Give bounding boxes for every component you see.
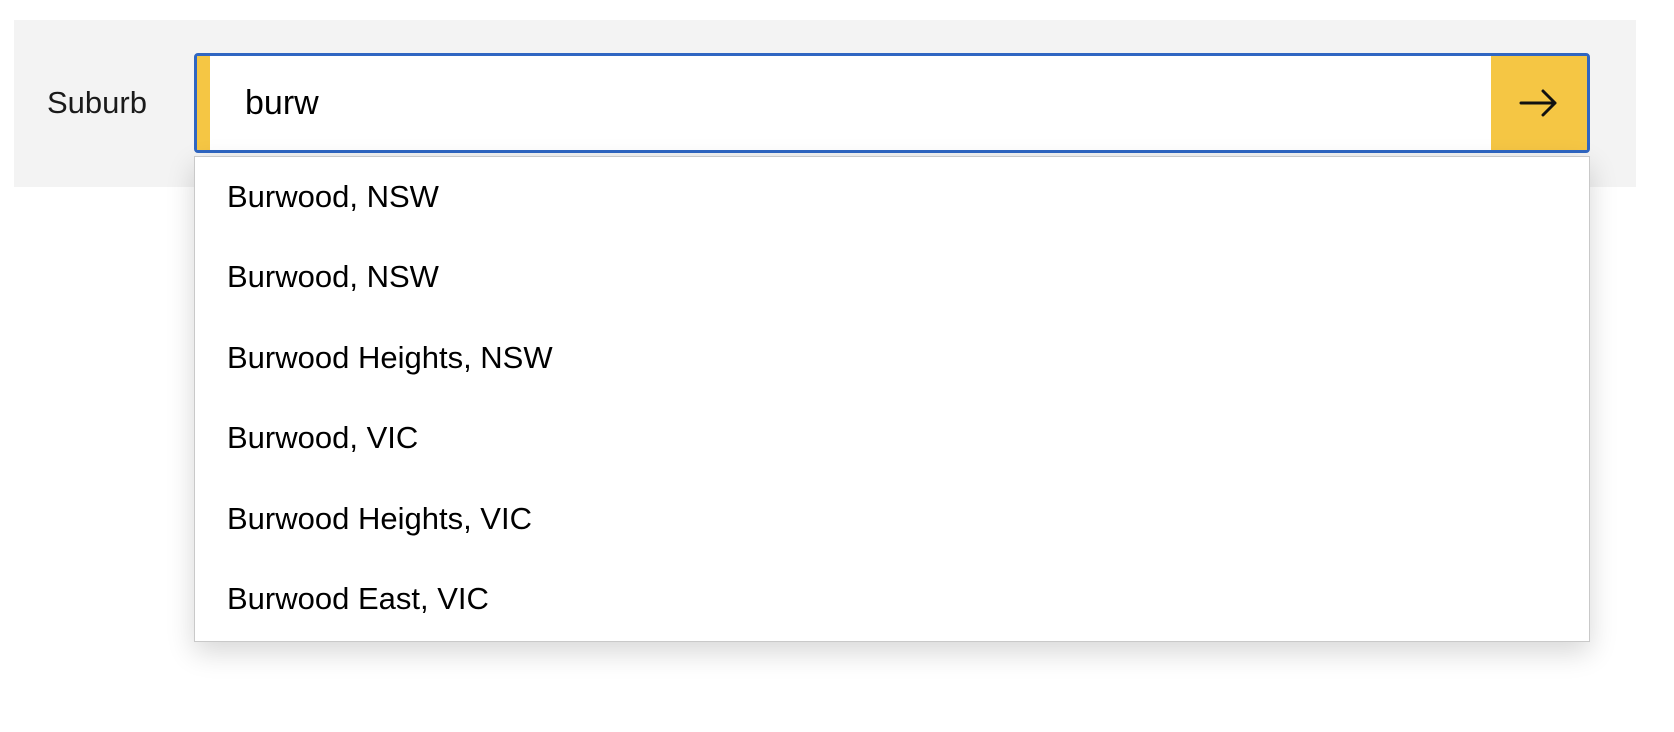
- suggestion-item[interactable]: Burwood, VIC: [195, 398, 1589, 479]
- input-accent-bar: [197, 56, 210, 150]
- submit-button[interactable]: [1491, 56, 1587, 150]
- suggestion-item[interactable]: Burwood East, VIC: [195, 559, 1589, 640]
- arrow-right-icon: [1519, 89, 1557, 117]
- suburb-input[interactable]: [210, 56, 1490, 150]
- suggestion-item[interactable]: Burwood, NSW: [195, 157, 1589, 237]
- suburb-input-group: [194, 53, 1590, 153]
- suggestion-item[interactable]: Burwood, NSW: [195, 237, 1589, 318]
- suburb-label: Suburb: [47, 85, 147, 120]
- suggestion-item[interactable]: Burwood Heights, VIC: [195, 479, 1589, 560]
- suggestion-list: Burwood, NSW Burwood, NSW Burwood Height…: [194, 156, 1590, 642]
- suggestion-item[interactable]: Burwood Heights, NSW: [195, 318, 1589, 399]
